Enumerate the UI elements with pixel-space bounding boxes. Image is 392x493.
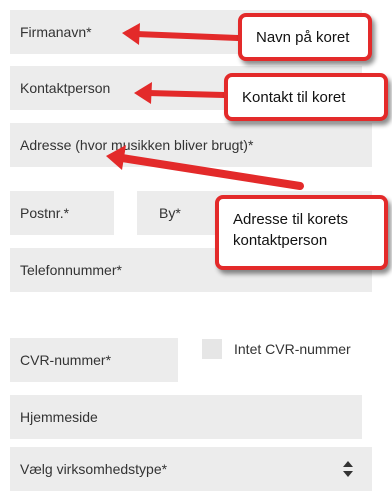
address-label: Adresse (hvor musikken bliver brugt)*	[20, 137, 254, 153]
business-type-label: Vælg virksomhedstype*	[20, 461, 168, 477]
annotation-choir-contact: Kontakt til koret	[224, 73, 388, 121]
business-type-select[interactable]: Vælg virksomhedstype*	[10, 447, 372, 491]
annotation-choir-contact-text: Kontakt til koret	[242, 88, 346, 106]
annotation-choir-address-line1: Adresse til korets	[233, 211, 349, 228]
city-label: By*	[159, 205, 181, 221]
contact-person-label: Kontaktperson	[20, 80, 111, 96]
no-cvr-label: Intet CVR-nummer	[234, 341, 351, 357]
annotation-choir-address: Adresse til korets kontaktperson	[215, 195, 388, 270]
phone-label: Telefonnummer*	[20, 262, 122, 278]
company-name-label: Firmanavn*	[20, 24, 92, 40]
website-label: Hjemmeside	[20, 409, 98, 425]
no-cvr-checkbox[interactable]	[202, 339, 222, 359]
cvr-number-field[interactable]: CVR-nummer*	[10, 338, 178, 382]
signup-form-screenshot: Firmanavn* Kontaktperson Adresse (hvor m…	[0, 0, 392, 493]
website-field[interactable]: Hjemmeside	[10, 395, 362, 439]
annotation-choir-name: Navn på koret	[238, 13, 372, 61]
annotation-choir-name-text: Navn på koret	[256, 28, 350, 46]
postal-code-field[interactable]: Postnr.*	[10, 191, 114, 235]
sort-arrows-icon	[343, 461, 353, 477]
cvr-number-label: CVR-nummer*	[20, 352, 112, 368]
postal-code-label: Postnr.*	[20, 205, 70, 221]
annotation-choir-address-line2: kontaktperson	[233, 232, 328, 249]
address-field[interactable]: Adresse (hvor musikken bliver brugt)*	[10, 123, 372, 167]
annotation-choir-address-text: Adresse til korets kontaktperson	[233, 209, 348, 251]
